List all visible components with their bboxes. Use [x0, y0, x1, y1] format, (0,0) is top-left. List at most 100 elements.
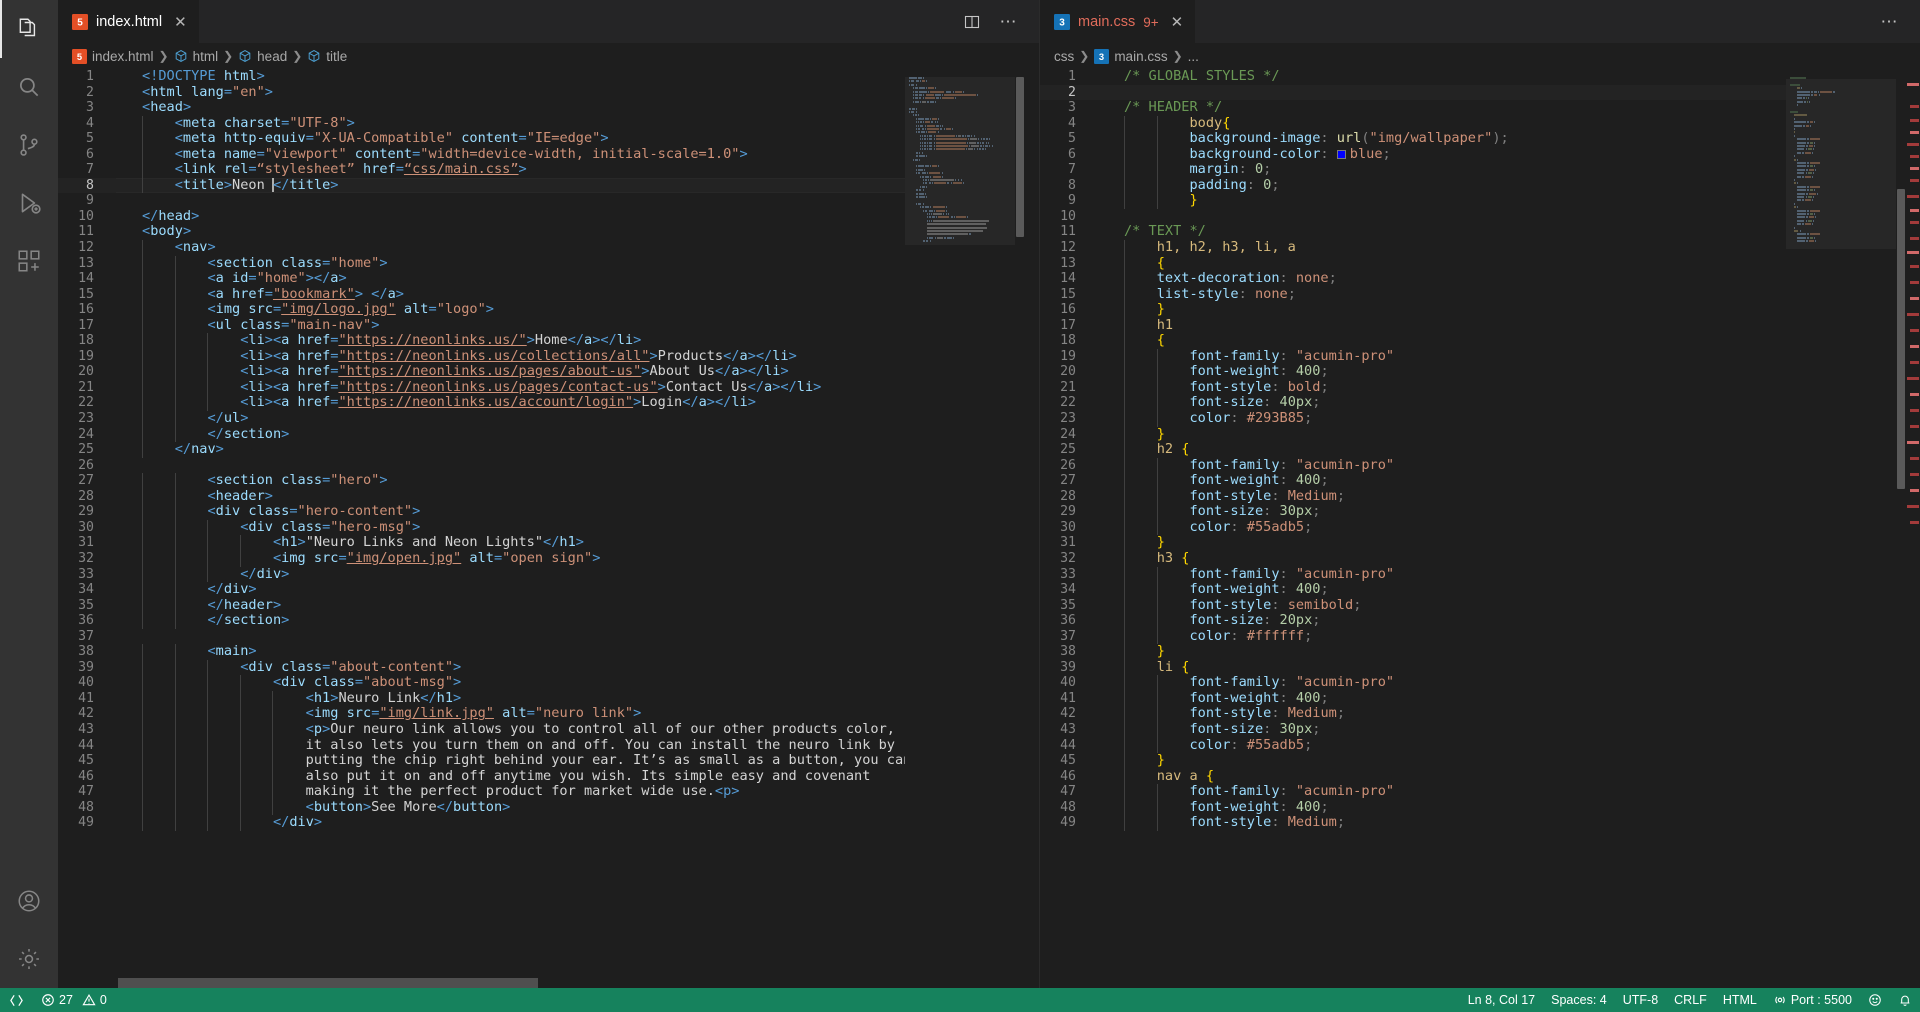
line-content[interactable]: </head> [116, 208, 905, 225]
line-content[interactable]: { [1098, 333, 1786, 349]
code-line[interactable]: 18 <li><a href="https://neonlinks.us/">H… [58, 333, 905, 349]
code-line[interactable]: 46 also put it on and off anytime you wi… [58, 768, 905, 785]
line-content[interactable]: background-image: url("img/wallpaper"); [1098, 130, 1786, 147]
code-line[interactable]: 5 background-image: url("img/wallpaper")… [1040, 130, 1786, 147]
line-content[interactable]: background-color: blue; [1098, 146, 1786, 163]
code-line[interactable]: 35 font-style: semibold; [1040, 597, 1786, 614]
code-line[interactable]: 27 font-weight: 400; [1040, 472, 1786, 489]
code-line[interactable]: 34 font-weight: 400; [1040, 581, 1786, 598]
code-line[interactable]: 7 <link rel=“stylesheet” href=“css/main.… [58, 162, 905, 178]
code-line[interactable]: 21 font-style: bold; [1040, 379, 1786, 396]
line-content[interactable]: /* GLOBAL STYLES */ [1098, 69, 1786, 85]
line-content[interactable]: <li><a href="https://neonlinks.us/">Home… [116, 333, 905, 349]
line-content[interactable]: li { [1098, 659, 1786, 676]
code-line[interactable]: 46 nav a { [1040, 768, 1786, 785]
line-content[interactable]: <!DOCTYPE html> [116, 69, 905, 85]
line-content[interactable]: color: #293B85; [1098, 410, 1786, 427]
code-line[interactable]: 37 [58, 629, 905, 645]
code-line[interactable]: 23 color: #293B85; [1040, 410, 1786, 427]
code-line[interactable]: 1 /* GLOBAL STYLES */ [1040, 69, 1786, 85]
line-content[interactable]: </section> [116, 612, 905, 629]
code-line[interactable]: 28 font-style: Medium; [1040, 488, 1786, 505]
code-line[interactable]: 2 <html lang="en"> [58, 84, 905, 101]
line-content[interactable]: font-family: "acumin-pro" [1098, 675, 1786, 691]
line-content[interactable]: } [1098, 426, 1786, 443]
overview-ruler-right[interactable] [1906, 69, 1920, 988]
code-line[interactable]: 33 font-family: "acumin-pro" [1040, 566, 1786, 583]
line-content[interactable]: <img src="img/open.jpg" alt="open sign"> [116, 550, 905, 567]
code-line[interactable]: 5 <meta http-equiv="X-UA-Compatible" con… [58, 130, 905, 147]
code-line[interactable]: 47 making it the perfect product for mar… [58, 783, 905, 800]
horizontal-scrollbar-left[interactable] [58, 978, 920, 988]
activity-explorer[interactable] [0, 0, 58, 58]
code-line[interactable]: 39 <div class="about-content"> [58, 659, 905, 676]
line-content[interactable]: } [1098, 535, 1786, 551]
tab-index-html[interactable]: 5 index.html ✕ [58, 0, 199, 43]
breadcrumb-file[interactable]: 5 index.html [72, 48, 154, 64]
line-content[interactable]: </header> [116, 597, 905, 614]
code-line[interactable]: 47 font-family: "acumin-pro" [1040, 783, 1786, 800]
line-content[interactable]: font-size: 20px; [1098, 612, 1786, 629]
color-swatch[interactable] [1336, 149, 1346, 159]
line-content[interactable]: font-style: semibold; [1098, 597, 1786, 614]
code-line[interactable]: 15 <a href="bookmark"> </a> [58, 286, 905, 303]
code-line[interactable]: 38 } [1040, 643, 1786, 660]
line-content[interactable]: <main> [116, 643, 905, 660]
code-line[interactable]: 49 </div> [58, 814, 905, 831]
line-content[interactable]: /* TEXT */ [1098, 224, 1786, 240]
code-line[interactable]: 12 <nav> [58, 239, 905, 256]
code-line[interactable]: 45 } [1040, 752, 1786, 769]
line-content[interactable]: font-weight: 400; [1098, 364, 1786, 380]
line-content[interactable]: putting the chip right behind your ear. … [116, 752, 905, 769]
code-line[interactable]: 8 <title>Neon </title> [58, 177, 905, 194]
line-content[interactable]: <html lang="en"> [116, 84, 905, 101]
line-content[interactable]: h2 { [1098, 441, 1786, 458]
code-line[interactable]: 9 } [1040, 193, 1786, 209]
breadcrumb-symbol-html[interactable]: html [174, 49, 218, 64]
activity-source-control[interactable] [0, 116, 58, 174]
line-content[interactable]: font-style: bold; [1098, 379, 1786, 396]
line-content[interactable]: <nav> [116, 239, 905, 256]
line-content[interactable]: <section class="hero"> [116, 472, 905, 489]
breadcrumb-more[interactable]: ... [1188, 49, 1199, 64]
code-line[interactable]: 42 <img src="img/link.jpg" alt="neuro li… [58, 706, 905, 722]
line-content[interactable]: <a id="home"></a> [116, 270, 905, 287]
scrollbar-thumb[interactable] [1897, 189, 1905, 489]
code-line[interactable]: 30 color: #55adb5; [1040, 519, 1786, 536]
code-line[interactable]: 14 <a id="home"></a> [58, 270, 905, 287]
code-line[interactable]: 4 <meta charset="UTF-8"> [58, 115, 905, 132]
line-content[interactable]: text-decoration: none; [1098, 270, 1786, 287]
code-line[interactable]: 10 </head> [58, 208, 905, 225]
minimap-scrollbar[interactable] [1015, 69, 1025, 988]
code-line[interactable]: 29 <div class="hero-content"> [58, 504, 905, 520]
line-content[interactable]: margin: 0; [1098, 162, 1786, 178]
line-content[interactable]: } [1098, 643, 1786, 660]
code-line[interactable]: 6 <meta name="viewport" content="width=d… [58, 146, 905, 163]
line-content[interactable]: <li><a href="https://neonlinks.us/pages/… [116, 379, 905, 396]
tab-close-icon[interactable]: ✕ [174, 15, 187, 30]
code-line[interactable]: 32 h3 { [1040, 550, 1786, 567]
line-content[interactable]: <li><a href="https://neonlinks.us/accoun… [116, 395, 905, 412]
line-content[interactable]: font-weight: 400; [1098, 690, 1786, 707]
code-line[interactable]: 12 h1, h2, h3, li, a [1040, 239, 1786, 256]
line-content[interactable]: <body> [116, 224, 905, 240]
code-line[interactable]: 24 </section> [58, 426, 905, 443]
code-line[interactable]: 4 body{ [1040, 115, 1786, 132]
line-content[interactable]: <h1>"Neuro Links and Neon Lights"</h1> [116, 535, 905, 551]
code-line[interactable]: 36 font-size: 20px; [1040, 612, 1786, 629]
split-editor-button[interactable] [957, 7, 987, 37]
line-content[interactable]: h3 { [1098, 550, 1786, 567]
code-line[interactable]: 9 [58, 193, 905, 209]
line-content[interactable]: it also lets you turn them on and off. Y… [116, 737, 905, 754]
code-line[interactable]: 11 <body> [58, 224, 905, 240]
activity-search[interactable] [0, 58, 58, 116]
line-content[interactable]: font-size: 30px; [1098, 721, 1786, 738]
line-content[interactable]: font-weight: 400; [1098, 581, 1786, 598]
line-content[interactable]: </section> [116, 426, 905, 443]
code-line[interactable]: 16 } [1040, 301, 1786, 318]
code-line[interactable]: 29 font-size: 30px; [1040, 504, 1786, 520]
line-content[interactable]: font-size: 40px; [1098, 395, 1786, 412]
code-line[interactable]: 22 font-size: 40px; [1040, 395, 1786, 412]
code-line[interactable]: 36 </section> [58, 612, 905, 629]
line-content[interactable]: also put it on and off anytime you wish.… [116, 768, 905, 785]
